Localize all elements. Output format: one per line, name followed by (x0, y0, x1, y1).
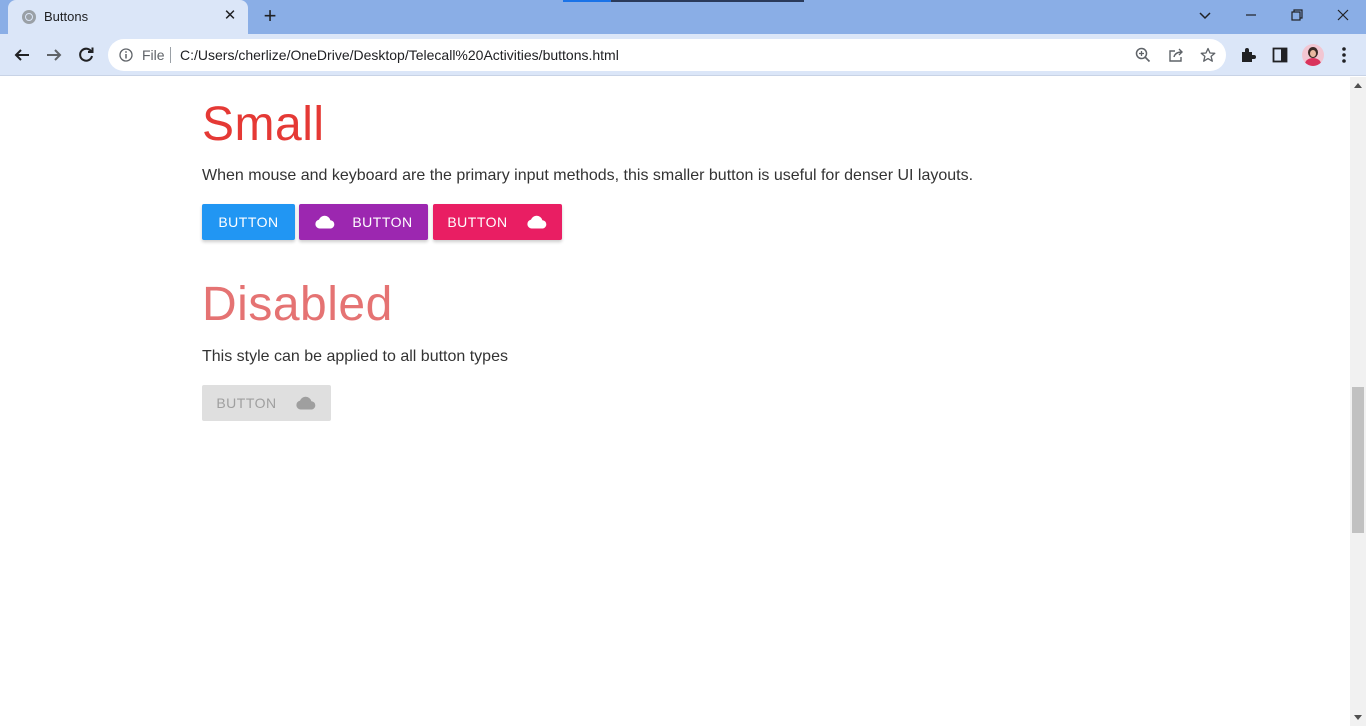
scrollbar-thumb[interactable] (1352, 387, 1364, 533)
tab-close-icon[interactable]: ✕ (220, 6, 240, 26)
button-label: BUTTON (216, 395, 277, 411)
cloud-icon (295, 396, 317, 410)
cloud-icon (526, 215, 548, 229)
address-bar[interactable]: File C:/Users/cherlize/OneDrive/Desktop/… (108, 39, 1226, 71)
globe-icon (22, 10, 36, 24)
info-icon[interactable] (119, 48, 133, 67)
disabled-heading: Disabled (202, 278, 393, 331)
disabled-description: This style can be applied to all button … (202, 348, 508, 365)
page-content: Small When mouse and keyboard are the pr… (0, 77, 1350, 726)
url-scheme: File (142, 47, 165, 63)
reload-icon[interactable] (74, 43, 98, 67)
button-label: BUTTON (218, 214, 279, 230)
new-tab-icon[interactable]: + (258, 5, 282, 29)
zoom-icon[interactable] (1134, 46, 1152, 64)
small-button-pink-cloud-right[interactable]: BUTTON (433, 204, 562, 240)
disabled-button: BUTTON (202, 385, 331, 421)
small-button-purple-cloud-left[interactable]: BUTTON (299, 204, 428, 240)
url-text[interactable]: C:/Users/cherlize/OneDrive/Desktop/Telec… (180, 47, 619, 63)
button-label: BUTTON (447, 214, 508, 230)
browser-tab[interactable]: Buttons ✕ (8, 0, 248, 34)
small-heading: Small (202, 98, 325, 151)
scroll-up-arrow-icon[interactable] (1354, 83, 1362, 88)
avatar[interactable] (1302, 44, 1324, 66)
restore-icon[interactable] (1283, 4, 1311, 26)
menu-icon[interactable] (1333, 44, 1355, 66)
window-close-icon[interactable] (1329, 4, 1357, 26)
browser-toolbar: File C:/Users/cherlize/OneDrive/Desktop/… (0, 34, 1366, 76)
extensions-icon[interactable] (1237, 44, 1259, 66)
tab-indicator (563, 0, 804, 2)
small-button-blue[interactable]: BUTTON (202, 204, 295, 240)
side-panel-icon[interactable] (1269, 44, 1291, 66)
tab-search-icon[interactable] (1191, 4, 1219, 26)
small-description: When mouse and keyboard are the primary … (202, 167, 974, 184)
share-icon[interactable] (1167, 46, 1185, 64)
url-separator (170, 47, 171, 63)
forward-icon[interactable] (42, 43, 66, 67)
vertical-scrollbar[interactable] (1350, 77, 1366, 726)
button-label: BUTTON (352, 214, 413, 230)
back-icon[interactable] (10, 43, 34, 67)
scroll-down-arrow-icon[interactable] (1354, 715, 1362, 720)
star-icon[interactable] (1199, 46, 1217, 64)
minimize-icon[interactable] (1237, 4, 1265, 26)
tab-strip: Buttons ✕ + (0, 0, 1366, 34)
tab-title: Buttons (44, 9, 89, 24)
cloud-icon (314, 215, 336, 229)
